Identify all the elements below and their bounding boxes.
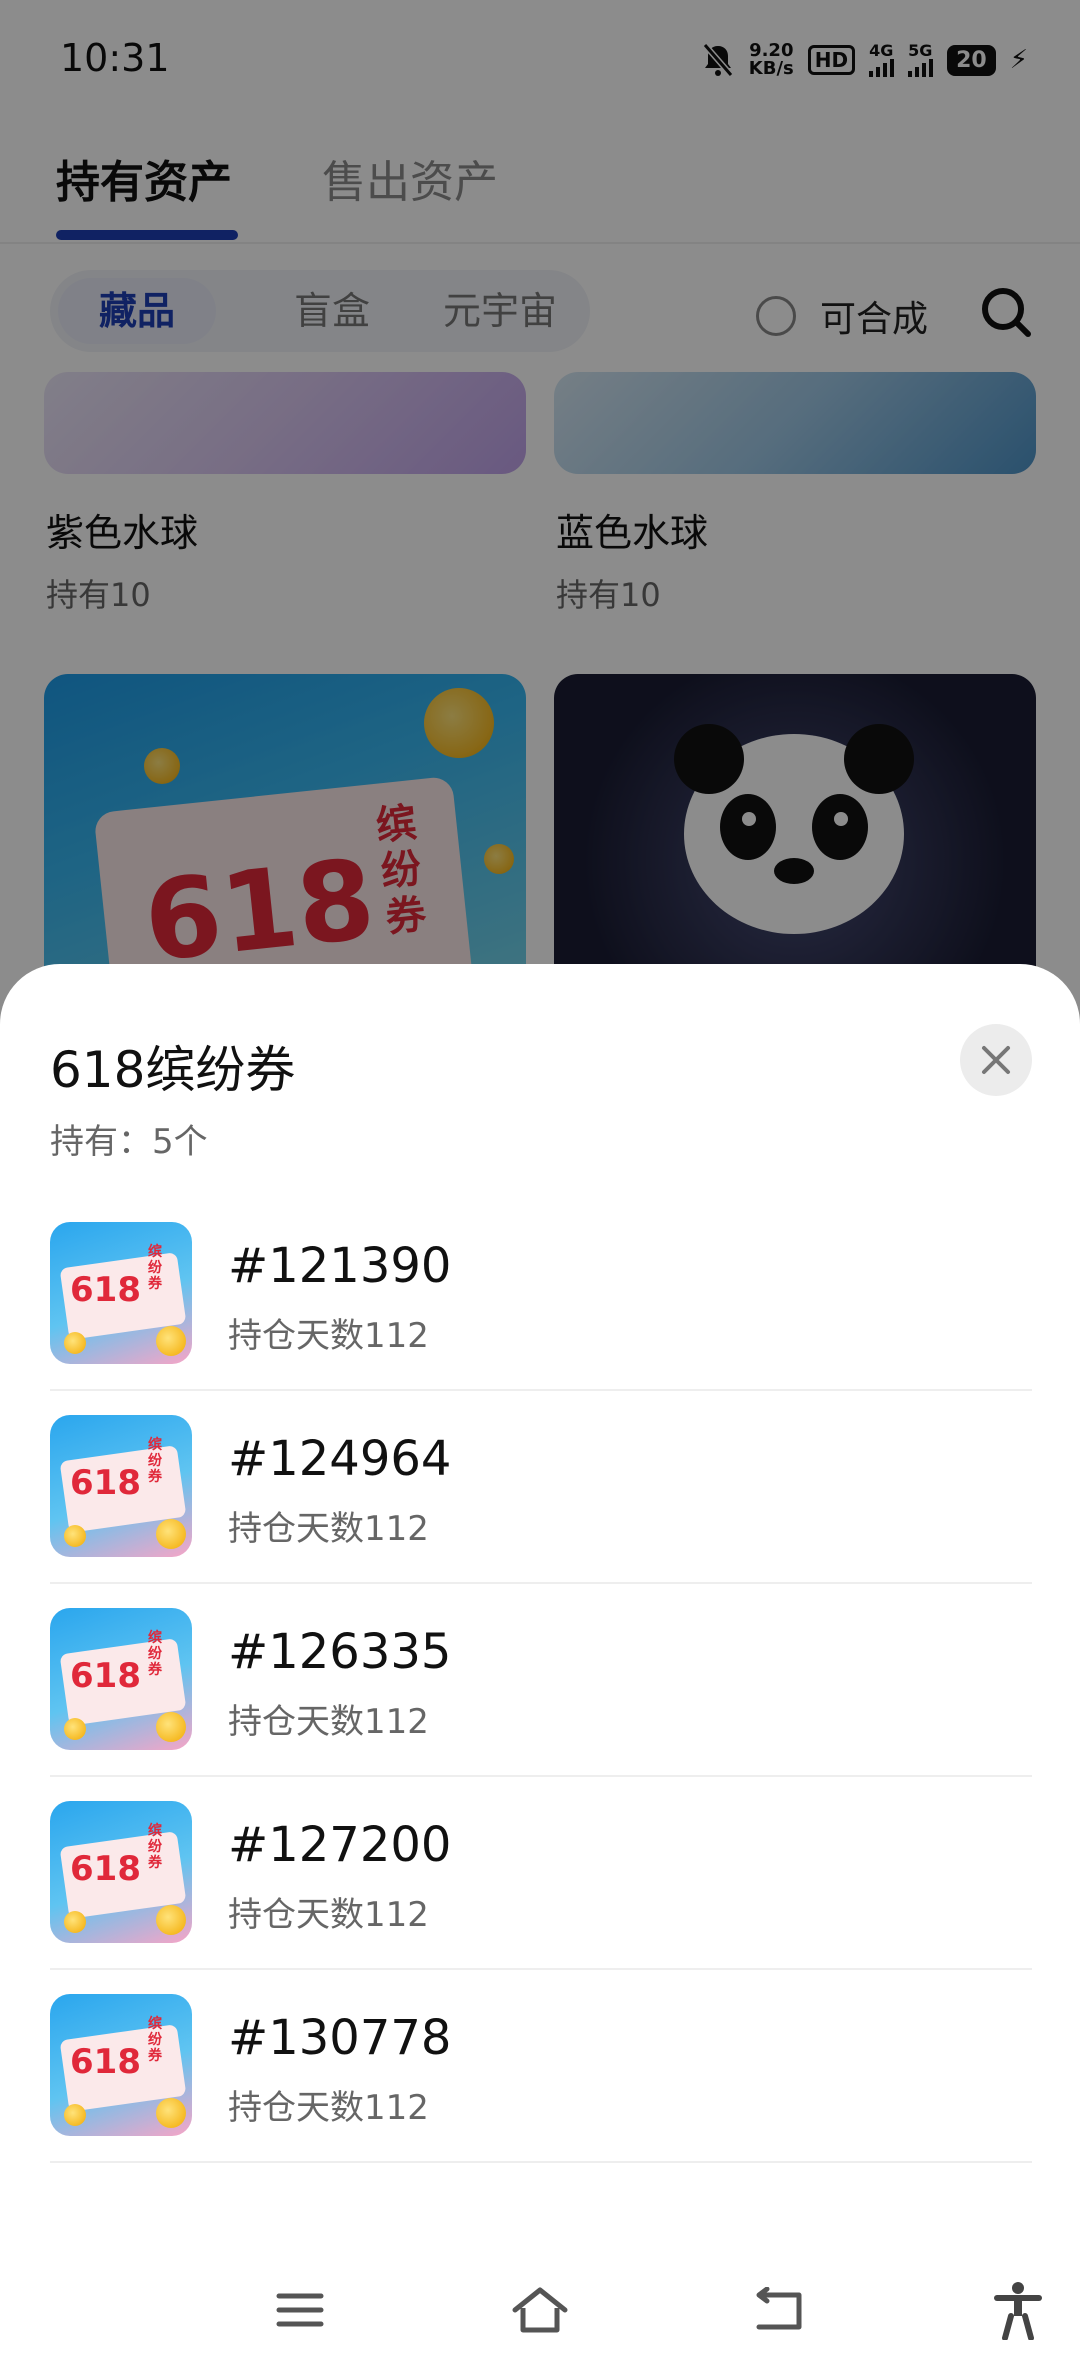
thumb-word: 缤纷券 (148, 1244, 162, 1292)
system-nav-bar (0, 2250, 1080, 2376)
token-thumbnail: 618 缤纷券 (50, 1415, 192, 1557)
thumb-number: 618 (70, 2042, 141, 2082)
close-icon (982, 1046, 1010, 1074)
thumb-word: 缤纷券 (148, 1630, 162, 1678)
list-item[interactable]: 618 缤纷券 #127200 持仓天数112 (50, 1777, 1032, 1970)
holding-days: 持仓天数112 (228, 1316, 429, 1356)
token-id: #127200 (228, 1817, 452, 1873)
back-button[interactable] (740, 2270, 820, 2350)
thumb-word: 缤纷券 (148, 1437, 162, 1485)
thumb-number: 618 (70, 1656, 141, 1696)
close-button[interactable] (960, 1024, 1032, 1096)
token-list: 618 缤纷券 #121390 持仓天数112 618 缤纷券 #124964 持仓… (50, 1198, 1032, 2163)
token-thumbnail: 618 缤纷券 (50, 1222, 192, 1364)
home-button[interactable] (500, 2270, 580, 2350)
holding-days: 持仓天数112 (228, 1895, 429, 1935)
token-id: #126335 (228, 1624, 452, 1680)
menu-button[interactable] (260, 2270, 340, 2350)
accessibility-button[interactable] (978, 2270, 1058, 2350)
thumb-word: 缤纷券 (148, 1823, 162, 1871)
thumb-number: 618 (70, 1463, 141, 1503)
asset-detail-sheet: 618缤纷券 持有：5个 618 缤纷券 #121390 持仓天数112 618 缤… (0, 964, 1080, 2376)
menu-icon (276, 2293, 324, 2327)
token-id: #121390 (228, 1238, 452, 1294)
holding-days: 持仓天数112 (228, 1702, 429, 1742)
accessibility-icon (994, 2282, 1042, 2340)
token-id: #124964 (228, 1431, 452, 1487)
list-item[interactable]: 618 缤纷券 #124964 持仓天数112 (50, 1391, 1032, 1584)
holding-count: 持有：5个 (50, 1122, 208, 1162)
thumb-word: 缤纷券 (148, 2016, 162, 2064)
list-item[interactable]: 618 缤纷券 #130778 持仓天数112 (50, 1970, 1032, 2163)
thumb-number: 618 (70, 1270, 141, 1310)
token-thumbnail: 618 缤纷券 (50, 1801, 192, 1943)
token-thumbnail: 618 缤纷券 (50, 1994, 192, 2136)
thumb-number: 618 (70, 1849, 141, 1889)
sheet-title: 618缤纷券 (50, 1041, 296, 1099)
list-item[interactable]: 618 缤纷券 #126335 持仓天数112 (50, 1584, 1032, 1777)
token-id: #130778 (228, 2010, 452, 2066)
holding-days: 持仓天数112 (228, 2088, 429, 2128)
token-thumbnail: 618 缤纷券 (50, 1608, 192, 1750)
list-item[interactable]: 618 缤纷券 #121390 持仓天数112 (50, 1198, 1032, 1391)
back-icon (756, 2287, 802, 2330)
holding-days: 持仓天数112 (228, 1509, 429, 1549)
home-icon (512, 2287, 568, 2333)
